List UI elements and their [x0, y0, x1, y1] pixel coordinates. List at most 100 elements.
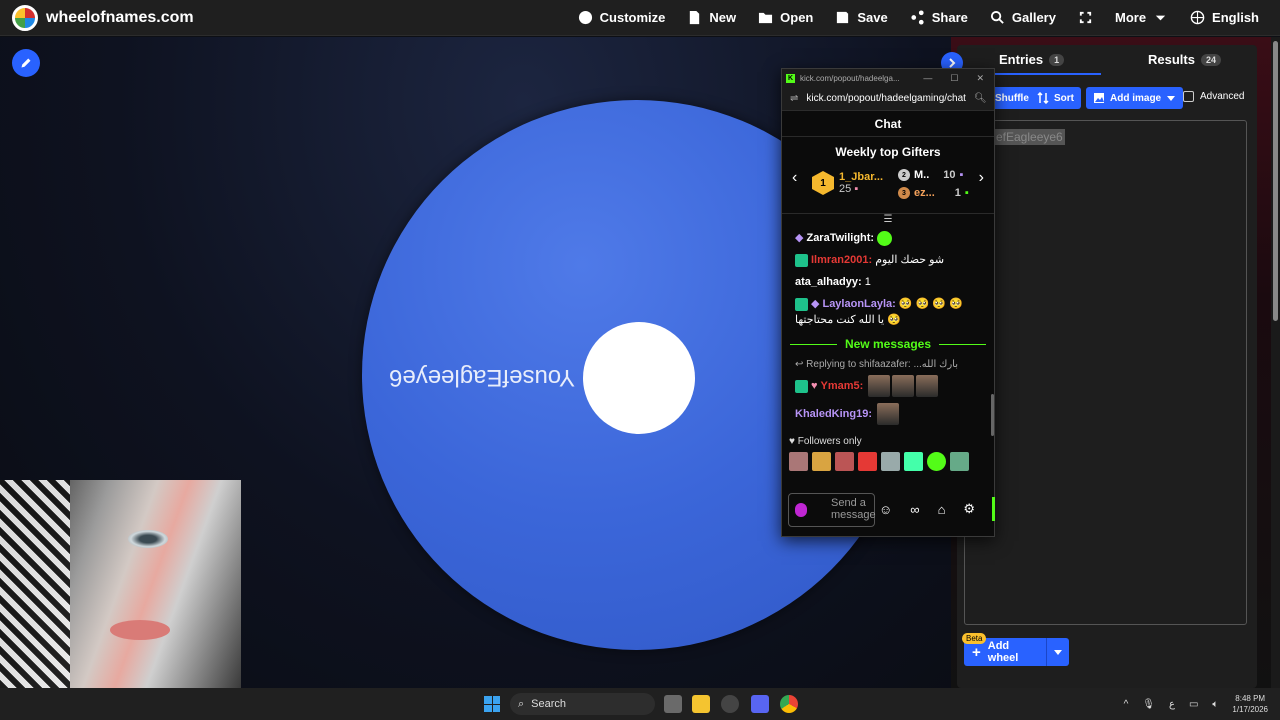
chat-username[interactable]: ata_alhadyy: — [795, 276, 862, 288]
task-view-icon[interactable] — [664, 695, 682, 713]
menu-gallery[interactable]: Gallery — [979, 0, 1067, 36]
microphone-icon[interactable]: 🎙︎ — [1142, 699, 1155, 710]
menu-open[interactable]: Open — [747, 0, 824, 36]
chevron-left-icon[interactable]: ‹ — [792, 169, 797, 187]
microphone-icon[interactable] — [795, 503, 807, 517]
add-image-button[interactable]: Add image — [1086, 87, 1184, 109]
menu-new[interactable]: New — [676, 0, 747, 36]
zoom-icon[interactable]: 🔍︎ — [974, 93, 987, 104]
emote-icon[interactable] — [789, 452, 808, 471]
share-icon — [911, 10, 924, 25]
clock[interactable]: 8:48 PM 1/17/2026 — [1232, 693, 1268, 715]
add-wheel-dropdown[interactable] — [1047, 647, 1069, 657]
emote-icon[interactable] — [950, 452, 969, 471]
window-controls: — ☐ ✕ — [923, 73, 994, 84]
edit-button[interactable] — [12, 49, 40, 77]
clock-date: 1/17/2026 — [1232, 705, 1268, 714]
discord-icon[interactable] — [751, 695, 769, 713]
maximize-icon[interactable]: ☐ — [950, 73, 958, 84]
chat-username[interactable]: LaylaonLayla: — [822, 298, 895, 310]
menu-fullscreen[interactable] — [1067, 0, 1104, 36]
logo-icon — [12, 4, 38, 31]
shuffle-button[interactable]: Shuffle — [988, 87, 1036, 109]
keyboard-language[interactable]: ع — [1169, 699, 1175, 710]
divider-line — [939, 343, 986, 345]
chevron-up-icon[interactable]: ^ — [1124, 699, 1129, 710]
emote-icon[interactable] — [812, 452, 831, 471]
store-icon[interactable]: ⌂ — [938, 502, 946, 517]
chevron-right-icon[interactable]: › — [979, 169, 984, 187]
site-logo[interactable]: wheelofnames.com — [0, 4, 400, 31]
emote-icon — [892, 375, 915, 397]
rank-1-badge: 1 — [812, 171, 834, 195]
network-icon[interactable]: ▭ — [1189, 699, 1198, 710]
system-tray: ^ 🎙︎ ع ▭ 🔈︎ 8:48 PM 1/17/2026 — [1124, 688, 1268, 720]
chat-username[interactable]: ZaraTwilight: — [806, 232, 874, 244]
tab-entries[interactable]: Entries 1 — [999, 52, 1065, 67]
chevron-down-icon — [1167, 96, 1176, 101]
advanced-checkbox[interactable]: Advanced — [1183, 91, 1244, 102]
chat-text: يا الله كنت محتاجتها 🥺 — [795, 314, 901, 326]
chat-message: ♥ Ymam5: — [782, 372, 994, 400]
gifter-2[interactable]: 2 M.. 10 ▪ — [898, 169, 963, 181]
emote-icon[interactable] — [927, 452, 946, 471]
send-button[interactable] — [992, 497, 995, 521]
windows-start-icon[interactable] — [484, 696, 500, 712]
taskbar-search[interactable]: ⌕ Search — [510, 693, 655, 715]
chrome-icon[interactable] — [780, 695, 798, 713]
reply-indicator[interactable]: ↩ Replying to shifaazafer: ...بارك الله — [782, 357, 994, 372]
chevron-down-icon — [1054, 650, 1062, 655]
page-scrollbar[interactable] — [1271, 37, 1280, 688]
emote-icon[interactable] — [881, 452, 900, 471]
chat-title: Chat — [782, 111, 994, 137]
chat-username[interactable]: Ilmran2001: — [811, 254, 872, 266]
volume-icon[interactable]: 🔈︎ — [1212, 699, 1218, 710]
gift-icon: ▪ — [964, 187, 969, 199]
new-messages-divider[interactable]: New messages — [782, 331, 994, 357]
diamond-badge-icon: ◆ — [795, 232, 804, 244]
emote-icon[interactable] — [904, 452, 923, 471]
emote-icon[interactable] — [835, 452, 854, 471]
menu-share[interactable]: Share — [899, 0, 979, 36]
app-header: wheelofnames.com Customize New Open Save… — [0, 0, 1280, 36]
wheel-hub[interactable] — [583, 322, 695, 434]
menu-save[interactable]: Save — [824, 0, 898, 36]
chat-scrollbar[interactable] — [991, 394, 994, 436]
kick-points-icon[interactable]: ∞ — [910, 502, 919, 517]
gifter-1[interactable]: 1 1_Jbar... 25 ▪ — [812, 171, 883, 195]
sort-button[interactable]: Sort — [1030, 87, 1081, 109]
menu-language[interactable]: English — [1179, 0, 1270, 36]
menu-customize[interactable]: Customize — [567, 0, 677, 36]
site-settings-icon[interactable]: ⇌ — [790, 93, 798, 104]
close-icon[interactable]: ✕ — [976, 73, 984, 84]
plus-icon: + — [972, 643, 981, 661]
fullscreen-icon — [1079, 11, 1092, 24]
tab-results[interactable]: Results 24 — [1148, 52, 1221, 67]
settings-icon[interactable]: ⚙ — [963, 501, 975, 517]
app-icon[interactable] — [721, 695, 739, 713]
emote-icon[interactable] — [858, 452, 877, 471]
diamond-badge-icon: ◆ — [811, 298, 820, 310]
chat-username[interactable]: Ymam5: — [821, 380, 864, 392]
webcam-scarf — [0, 480, 70, 688]
chat-username[interactable]: KhaledKing19: — [795, 408, 872, 420]
chat-input[interactable]: Send a message — [788, 493, 876, 527]
entries-textarea[interactable] — [964, 120, 1247, 625]
file-icon — [690, 10, 700, 25]
entry-text: efEagleeye6 — [994, 129, 1065, 145]
gifter-3[interactable]: 3 ez... 1 ▪ — [898, 187, 969, 199]
chat-input-placeholder: Send a message — [831, 497, 876, 521]
checkbox-box[interactable] — [1183, 91, 1194, 102]
pencil-icon — [21, 58, 31, 68]
collapse-gifters-icon[interactable]: ☰ — [782, 213, 994, 227]
popup-url[interactable]: kick.com/popout/hadeelgaming/chat — [806, 93, 966, 104]
scrollbar-thumb[interactable] — [1273, 41, 1278, 321]
minimize-icon[interactable]: — — [923, 73, 932, 84]
chat-message: ata_alhadyy: 1 — [782, 271, 994, 293]
chat-text: شو حضك اليوم — [875, 254, 945, 266]
kick-chat-popup: K kick.com/popout/hadeelga... — ☐ ✕ ⇌ ki… — [781, 68, 995, 537]
chat-toolbar: ☺ ∞ ⌂ ⚙ — [879, 501, 975, 517]
file-explorer-icon[interactable] — [692, 695, 710, 713]
emoji-icon[interactable]: ☺ — [879, 502, 892, 517]
menu-more[interactable]: More — [1104, 0, 1179, 36]
